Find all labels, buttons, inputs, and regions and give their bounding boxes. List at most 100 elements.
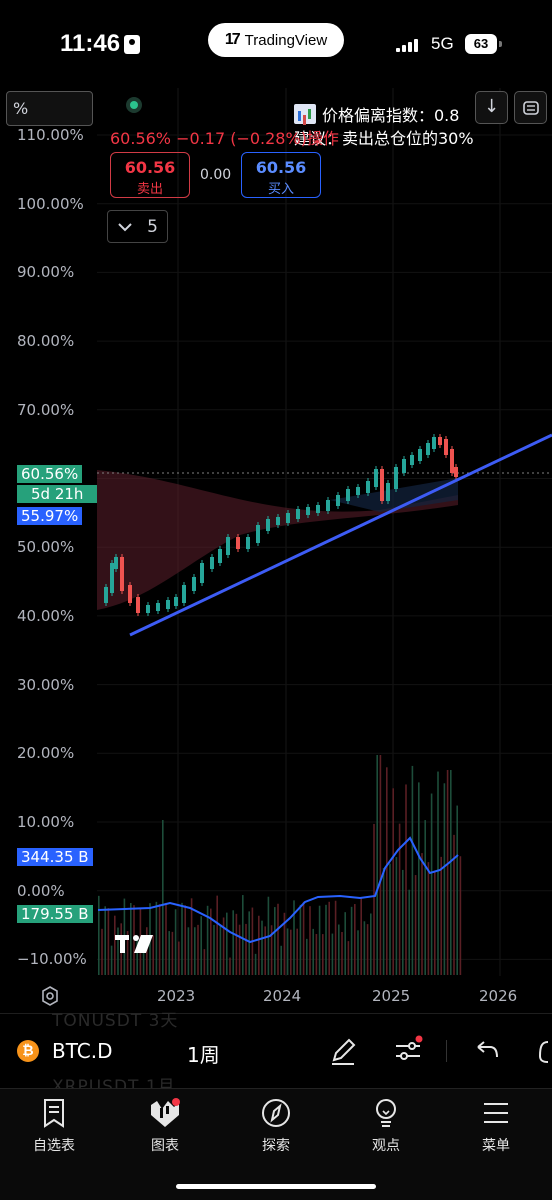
volume-bar [110, 945, 113, 975]
price-tick: 40.00% [17, 606, 75, 625]
volume-bar [389, 863, 391, 975]
id-card-icon [124, 35, 140, 54]
price-tick: −10.00% [17, 950, 87, 969]
candle [174, 597, 178, 606]
volume-bar [456, 805, 458, 975]
candle [200, 563, 204, 583]
candle [296, 509, 300, 519]
price-chart[interactable] [0, 88, 552, 1013]
volume-bar [440, 856, 442, 975]
volume-bar [341, 932, 343, 975]
battery-icon: 63 [465, 34, 502, 54]
volume-bar [315, 933, 318, 975]
compass-icon [262, 1099, 290, 1127]
nav-ideas[interactable]: 观点 [346, 1097, 426, 1155]
volume-bar [334, 900, 337, 975]
trendline-value-badge: 55.97% [17, 507, 83, 525]
price-tick: 50.00% [17, 538, 75, 557]
volume-bar [168, 931, 170, 975]
candle [156, 603, 160, 611]
sliders-icon[interactable] [392, 1034, 426, 1068]
toolbar-divider [446, 1040, 447, 1062]
volume-bar [187, 927, 190, 975]
volume-bar [194, 927, 196, 975]
tradingview-logo-icon: 17 [224, 31, 241, 48]
candle [146, 605, 150, 613]
market-status-icon [126, 97, 142, 113]
menu-icon [484, 1103, 508, 1123]
symbol-selector[interactable]: BTC.D [52, 1039, 113, 1063]
candle [236, 537, 240, 549]
volume-bar [299, 904, 302, 975]
candle [336, 495, 340, 506]
indicators-toggle-button[interactable]: 5 [107, 210, 168, 243]
volume-bar [318, 905, 321, 975]
redo-icon[interactable] [534, 1034, 552, 1068]
volume-bar [245, 923, 247, 975]
symbol-toolbar: TONUSDT 3天 XRPUSDT 1月 ₿ BTC.D 1周 [0, 1011, 552, 1097]
sell-button[interactable]: 60.56 卖出 [110, 152, 190, 198]
volume-bar [312, 928, 314, 975]
candle [394, 467, 398, 489]
candle [128, 585, 132, 603]
nav-label: 菜单 [482, 1138, 510, 1154]
volume-bar [398, 823, 401, 975]
candle [256, 525, 260, 543]
sell-label: 卖出 [136, 182, 163, 197]
volume-bar [414, 875, 417, 975]
candle [120, 557, 124, 591]
arrow-down-icon[interactable]: ↓ [475, 91, 508, 124]
volume-bar [197, 924, 199, 975]
nav-explore[interactable]: 探索 [236, 1097, 316, 1155]
candle [380, 469, 384, 501]
volume-bar [296, 928, 298, 975]
volume-bar [386, 767, 388, 975]
nav-watchlist[interactable]: 自选表 [14, 1097, 94, 1155]
volume-bar [322, 934, 324, 975]
chart-area[interactable] [0, 88, 552, 1013]
candle [346, 489, 350, 501]
candle [246, 537, 250, 549]
nav-chart[interactable]: 图表 [125, 1097, 205, 1155]
volume-bar [411, 765, 414, 975]
volume-bar [366, 924, 369, 975]
volume-bar [395, 857, 398, 975]
volume-bar [373, 823, 375, 975]
scale-mode-field[interactable]: % [6, 91, 93, 126]
lightbulb-icon [376, 1099, 396, 1127]
volume-bar [152, 935, 154, 975]
undo-icon[interactable] [470, 1034, 504, 1068]
interval-selector[interactable]: 1周 [187, 1039, 220, 1068]
chart-icon [151, 1098, 180, 1127]
volume-bar [306, 938, 308, 975]
volume-bar [459, 856, 462, 975]
buy-button[interactable]: 60.56 买入 [241, 152, 321, 198]
volume-bar [357, 930, 359, 975]
pen-icon[interactable] [326, 1034, 360, 1068]
volume-bar [325, 904, 327, 975]
volume-bar [277, 903, 279, 975]
volume-bar [331, 933, 334, 975]
price-tick: 100.00% [17, 194, 84, 213]
volume-bar [184, 905, 186, 975]
volume-bar [427, 862, 430, 975]
indicator-line-1: 价格偏离指数：0.8 [322, 106, 460, 125]
volume-bar [434, 872, 436, 975]
signal-icon [396, 38, 424, 52]
buy-price: 60.56 [255, 158, 307, 177]
gear-icon[interactable] [40, 986, 60, 1006]
price-tick: 20.00% [17, 744, 75, 763]
ghost-watchlist-row: TONUSDT 3天 [52, 1011, 179, 1031]
volume-bar [405, 784, 407, 975]
nav-menu[interactable]: 菜单 [456, 1097, 536, 1155]
nav-label: 观点 [372, 1138, 400, 1154]
volume-bar [360, 897, 362, 975]
candle [286, 513, 290, 523]
volume-bar [328, 901, 330, 975]
volume-bar [213, 924, 215, 975]
fullscreen-button[interactable] [514, 91, 547, 124]
tradingview-pill[interactable]: 17 TradingView [208, 23, 344, 57]
candle [136, 597, 140, 613]
candle [438, 437, 442, 445]
volume-bar [344, 912, 346, 975]
